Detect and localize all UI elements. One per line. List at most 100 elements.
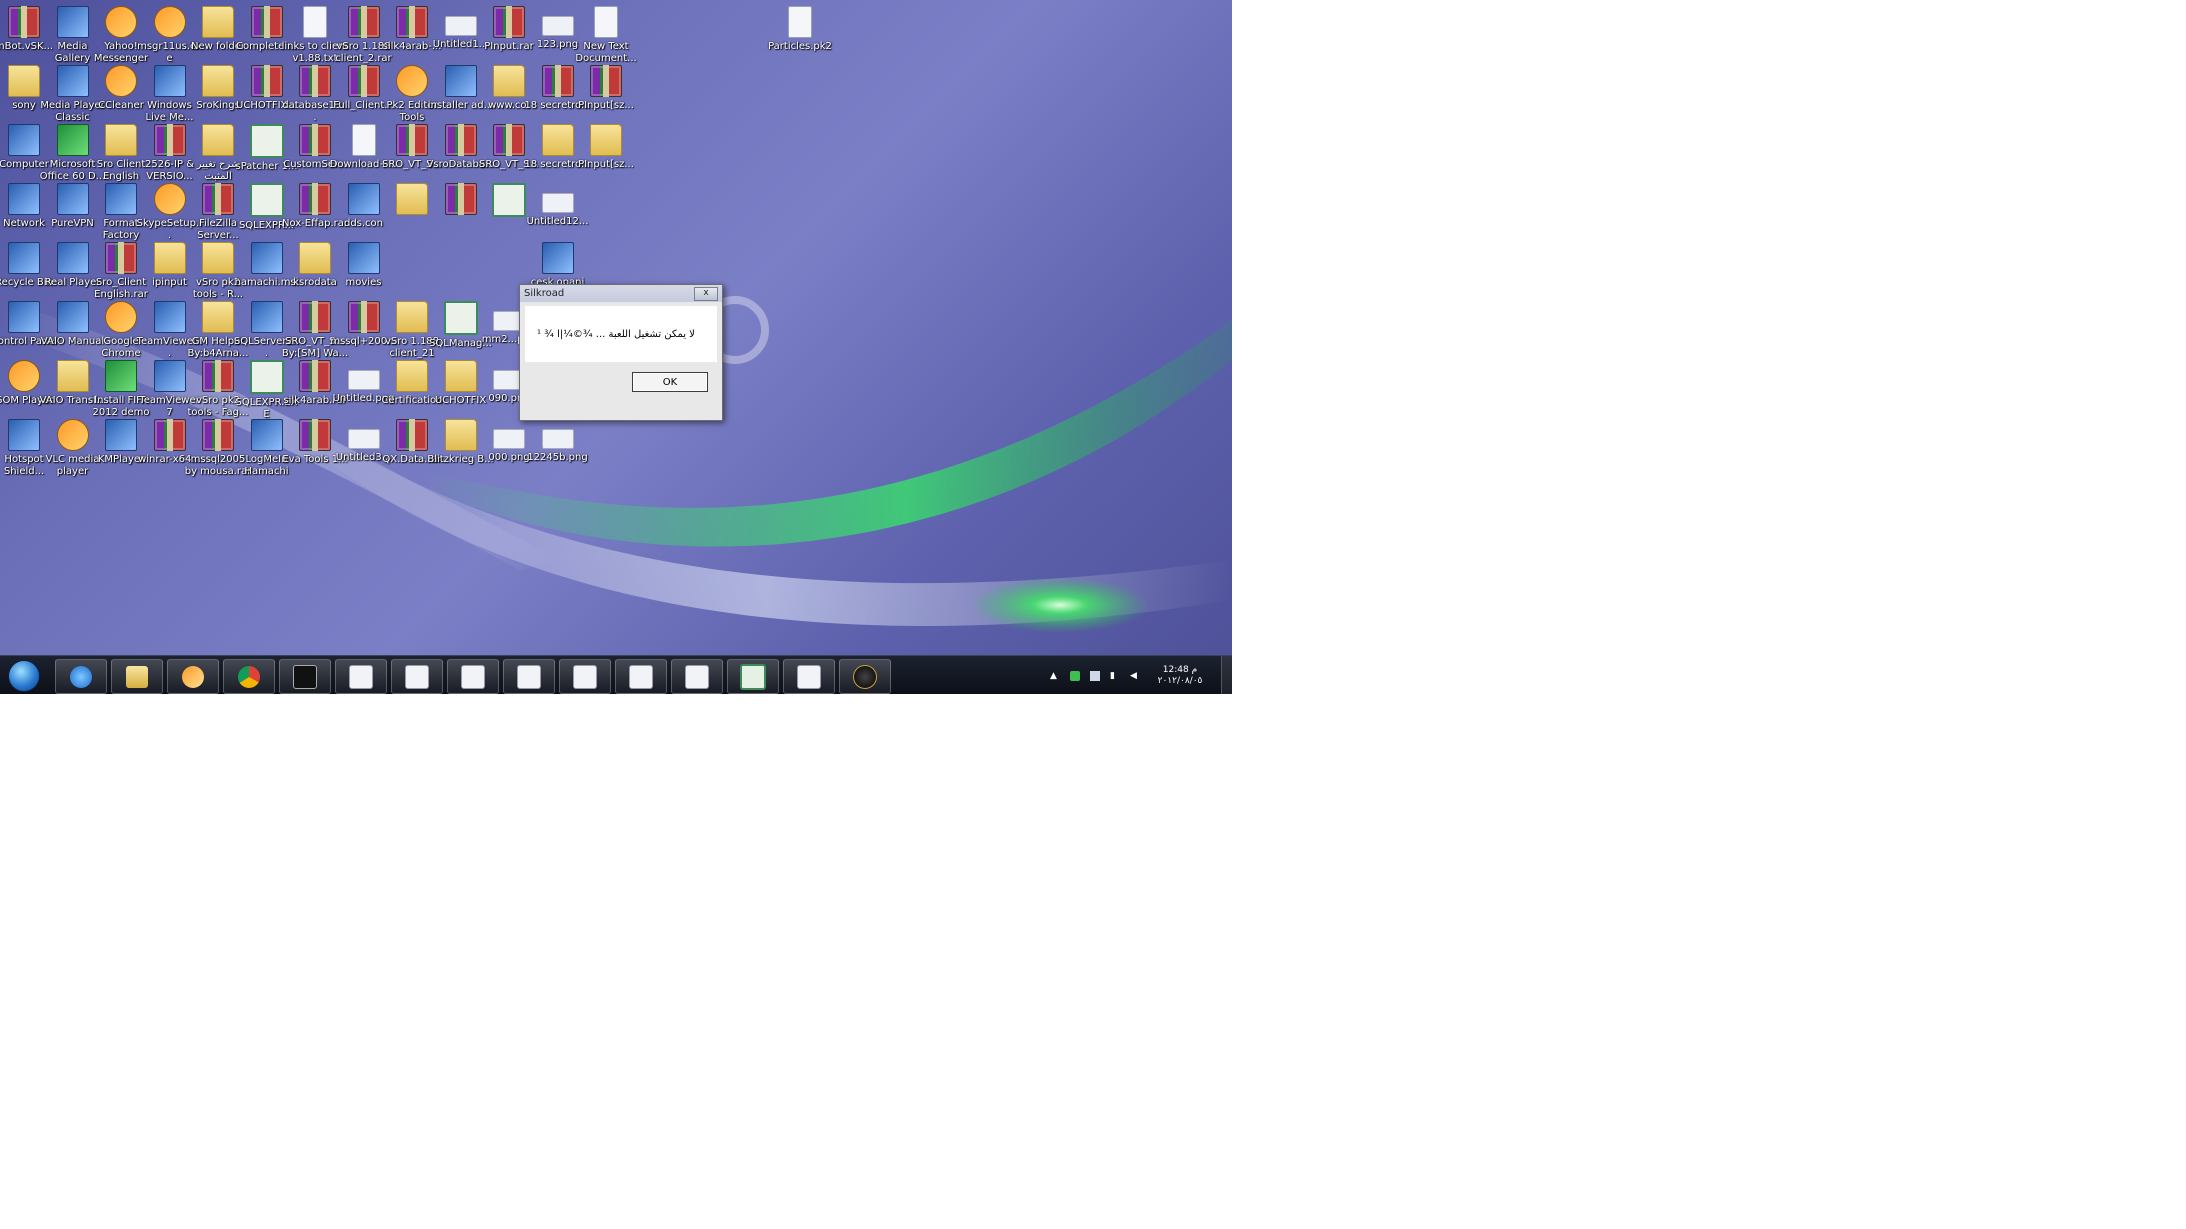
- taskbar-window-5[interactable]: [559, 659, 611, 694]
- rar-icon: [493, 6, 525, 38]
- rar-icon: [202, 419, 234, 451]
- taskbar-window-4[interactable]: [503, 659, 555, 694]
- volume-icon[interactable]: ◀: [1130, 671, 1140, 681]
- taskbar-cmd[interactable]: [279, 659, 331, 694]
- taskbar-window-3[interactable]: [447, 659, 499, 694]
- sys-icon: [56, 301, 89, 333]
- folder-icon: [202, 6, 234, 38]
- folder-icon: [202, 242, 234, 274]
- doc-icon: [797, 664, 821, 689]
- sys-icon: [347, 183, 380, 215]
- sys-icon: [250, 419, 283, 451]
- rar-icon: [347, 6, 380, 38]
- ok-button[interactable]: OK: [632, 372, 708, 392]
- desktop-icon[interactable]: cesk.opani: [524, 242, 592, 289]
- windows-logo-icon: [8, 660, 40, 692]
- sys-icon: [8, 419, 40, 451]
- folder-icon: [444, 419, 477, 451]
- desktop-icon[interactable]: PInput[sz...: [572, 124, 640, 171]
- rar-icon: [347, 65, 380, 97]
- folder-icon: [202, 301, 234, 333]
- rar-icon: [202, 183, 234, 215]
- window-icon: [249, 124, 284, 158]
- taskbar-window-8[interactable]: [783, 659, 835, 694]
- doc-icon: [349, 664, 373, 689]
- system-tray: ▲ ▮ ◀ 12:48 م ٢٠١٢/٠٨/٠٥: [1050, 656, 1210, 694]
- show-desktop-button[interactable]: [1221, 656, 1232, 694]
- sys-icon: [153, 360, 186, 392]
- doc-icon: [461, 664, 485, 689]
- taskbar-explorer[interactable]: [111, 659, 163, 694]
- doc-icon: [629, 664, 653, 689]
- clock[interactable]: 12:48 م ٢٠١٢/٠٨/٠٥: [1150, 665, 1210, 687]
- dialog-footer: OK: [520, 362, 722, 402]
- rar-icon: [299, 360, 331, 392]
- rar-icon: [444, 183, 477, 215]
- taskbar-chrome[interactable]: [223, 659, 275, 694]
- taskbar: ▲ ▮ ◀ 12:48 م ٢٠١٢/٠٨/٠٥: [0, 655, 1232, 694]
- desktop-icon-label: Untitled12...: [526, 216, 589, 227]
- rar-icon: [396, 124, 428, 156]
- folder-icon: [444, 360, 477, 392]
- folder-icon: [590, 124, 622, 156]
- flag-icon[interactable]: [1070, 670, 1080, 681]
- png-icon: [541, 193, 574, 213]
- taskbar-media-player[interactable]: [167, 659, 219, 694]
- doc-icon: [685, 664, 709, 689]
- ie-icon: [70, 665, 92, 688]
- taskbar-compass[interactable]: [839, 659, 891, 694]
- rar-icon: [299, 301, 331, 333]
- show-hidden-icons-icon[interactable]: ▲: [1050, 671, 1060, 681]
- app-icon: [396, 65, 428, 97]
- folder-icon: [396, 183, 428, 215]
- rar-icon: [153, 124, 186, 156]
- doc-icon: [405, 664, 429, 689]
- file-icon: [788, 6, 812, 38]
- network-icon[interactable]: [1090, 670, 1100, 681]
- desktop-icon-label: PInput[sz...: [578, 159, 634, 170]
- desktop-icon[interactable]: Particles.pk2: [766, 6, 834, 53]
- sys-icon: [56, 242, 89, 274]
- rar-icon: [250, 6, 283, 38]
- desktop-icon-label: 12245b.png: [527, 452, 588, 463]
- signal-icon[interactable]: ▮: [1110, 671, 1120, 681]
- sys-icon: [56, 6, 89, 38]
- window-icon: [249, 360, 284, 394]
- taskbar-sql[interactable]: [727, 659, 779, 694]
- error-dialog: Silkroad x ﻻ ﻳﻤﻜﻦ ﺗﺸﻐﻴﻞ ﺍﻟﻠﻌﺒﺔ ... ¾©¼|ﺍ…: [519, 284, 723, 421]
- folder-icon: [493, 65, 525, 97]
- desktop-icon[interactable]: New Text Document...: [572, 6, 640, 65]
- taskbar-window-2[interactable]: [391, 659, 443, 694]
- app-icon: [105, 6, 137, 38]
- rar-icon: [153, 419, 186, 451]
- rar-icon: [347, 301, 380, 333]
- start-button[interactable]: [3, 659, 45, 693]
- close-icon[interactable]: x: [694, 286, 718, 301]
- desktop-icon-label: Particles.pk2: [768, 41, 832, 52]
- taskbar-window-7[interactable]: [671, 659, 723, 694]
- rar-icon: [541, 65, 574, 97]
- desktop-icon[interactable]: Untitled12...: [524, 183, 592, 228]
- sys-icon: [444, 65, 477, 97]
- desktop-icon[interactable]: PInput[sz...: [572, 65, 640, 112]
- rar-icon: [444, 124, 477, 156]
- taskbar-window-1[interactable]: [335, 659, 387, 694]
- green-icon: [105, 360, 137, 392]
- taskbar-internet-explorer[interactable]: [55, 659, 107, 694]
- desktop-icon-label: PInput[sz...: [578, 100, 634, 111]
- dialog-title-bar[interactable]: Silkroad x: [520, 285, 722, 302]
- doc-icon: [517, 664, 541, 689]
- folder-icon: [105, 124, 137, 156]
- exp-icon: [126, 665, 148, 688]
- desktop-icon[interactable]: 12245b.png: [524, 419, 592, 464]
- chrome-icon: [238, 665, 260, 688]
- sys-icon: [105, 419, 137, 451]
- desktop-icon[interactable]: movies: [330, 242, 398, 289]
- compass-icon: [853, 664, 877, 689]
- rar-icon: [8, 6, 40, 38]
- taskbar-window-6[interactable]: [615, 659, 667, 694]
- green-icon: [56, 124, 89, 156]
- sys-icon: [56, 183, 89, 215]
- dialog-message: ﻻ ﻳﻤﻜﻦ ﺗﺸﻐﻴﻞ ﺍﻟﻠﻌﺒﺔ ... ¾©¼|ﺍ ¾ ¹: [537, 328, 695, 340]
- desktop-icon-label: movies: [345, 277, 382, 288]
